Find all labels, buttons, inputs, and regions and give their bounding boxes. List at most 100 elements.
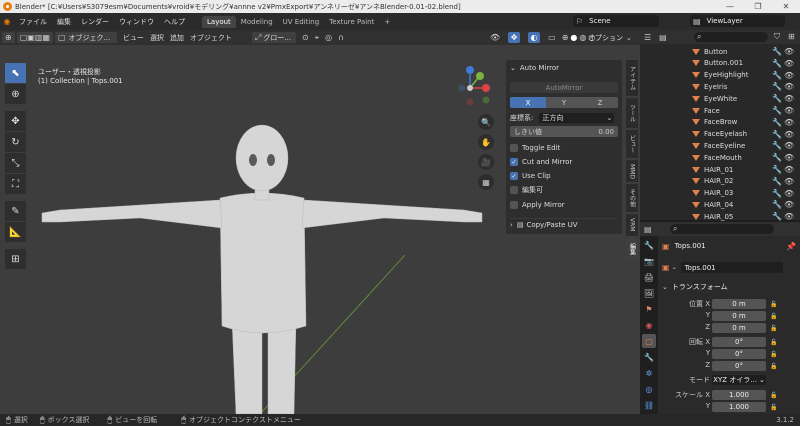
tab-misc[interactable]: その他 — [626, 184, 638, 212]
modifier-icon[interactable]: 🔧 — [772, 118, 782, 127]
threshold-field[interactable]: しきい値 0.00 — [510, 126, 618, 137]
modifier-icon[interactable]: 🔧 — [772, 200, 782, 209]
apply-mirror-checkbox[interactable]: Apply Mirror — [510, 199, 565, 211]
particles-icon[interactable]: ✲ — [642, 366, 656, 380]
scene-selector[interactable]: ⚐ Scene — [573, 15, 659, 27]
visibility-eye-icon[interactable]: 👁 — [784, 130, 794, 139]
axis-x-button[interactable]: X — [510, 97, 546, 108]
measure-tool[interactable]: 📐 — [5, 222, 26, 242]
modifier-icon[interactable]: 🔧 — [772, 177, 782, 186]
menu-render[interactable]: レンダー — [76, 17, 114, 27]
copy-paste-uv-header[interactable]: › ▤ Copy/Paste UV — [510, 218, 618, 230]
lock-icon[interactable]: 🔓 — [770, 324, 778, 332]
menu-object[interactable]: オブジェクト — [190, 33, 232, 43]
camera-icon[interactable]: 🎥 — [478, 154, 494, 170]
world-icon[interactable]: ◉ — [642, 318, 656, 332]
editor-type-button[interactable]: ⊕ — [2, 32, 15, 43]
lock-icon[interactable]: 🔓 — [770, 312, 778, 320]
gizmo-toggle-icon[interactable]: ✥ — [508, 32, 521, 43]
outliner-item[interactable]: FaceMouth 🔧 👁 — [640, 152, 800, 163]
outliner-item[interactable]: FaceEyelash 🔧 👁 — [640, 129, 800, 140]
outliner-editor-icon[interactable]: ☰ — [644, 33, 651, 42]
scale-x-field[interactable]: 1.000 — [712, 390, 766, 400]
visibility-icon[interactable]: 👁 — [490, 33, 500, 42]
rotation-x-field[interactable]: 0° — [712, 337, 766, 347]
modifier-icon[interactable]: 🔧 — [772, 59, 782, 68]
tab-tool[interactable]: ツール — [626, 98, 638, 128]
workspace-tab-uv-editing[interactable]: UV Editing — [278, 16, 325, 28]
outliner-item[interactable]: FaceEyeline 🔧 👁 — [640, 140, 800, 151]
outliner-item[interactable]: Face 🔧 👁 — [640, 105, 800, 116]
modifier-icon[interactable]: 🔧 — [642, 350, 656, 364]
physics-icon[interactable]: ◎ — [642, 382, 656, 396]
rotation-mode-dropdown[interactable]: XYZ オイラ... ⌄ — [712, 375, 766, 385]
outliner-item[interactable]: HAIR_03 🔧 👁 — [640, 188, 800, 199]
pin-icon[interactable]: 📌 — [786, 242, 796, 251]
tab-view[interactable]: ビュー — [626, 130, 638, 158]
outliner-search-input[interactable]: ⌕ — [694, 32, 768, 42]
object-data-icon[interactable]: ▣ — [662, 263, 670, 272]
menu-select[interactable]: 選択 — [150, 33, 164, 43]
mode-dropdown[interactable]: ▢ オブジェク... — [54, 32, 117, 43]
maximize-button[interactable]: ❐ — [744, 0, 772, 13]
material-shading-icon[interactable]: ◍ — [579, 33, 586, 42]
transform-orientation-dropdown[interactable]: ⤢ グロー... — [251, 32, 296, 43]
visibility-eye-icon[interactable]: 👁 — [784, 118, 794, 127]
properties-editor-icon[interactable]: ▤ — [644, 225, 652, 234]
wireframe-shading-icon[interactable]: ⊕ — [562, 33, 569, 42]
visibility-eye-icon[interactable]: 👁 — [784, 177, 794, 186]
editable-checkbox[interactable]: 編集可 — [510, 184, 543, 196]
transform-panel-header[interactable]: ⌄ トランスフォーム — [662, 281, 728, 293]
view-layer-icon[interactable]: 🖼 — [642, 286, 656, 300]
modifier-icon[interactable]: 🔧 — [772, 165, 782, 174]
location-z-field[interactable]: 0 m — [712, 323, 766, 333]
use-clip-checkbox[interactable]: ✓ Use Clip — [510, 170, 551, 182]
minimize-button[interactable]: — — [716, 0, 744, 13]
menu-window[interactable]: ウィンドウ — [114, 17, 159, 27]
outliner-item[interactable]: Button.001 🔧 👁 — [640, 58, 800, 69]
modifier-icon[interactable]: 🔧 — [772, 130, 782, 139]
visibility-eye-icon[interactable]: 👁 — [784, 141, 794, 150]
visibility-eye-icon[interactable]: 👁 — [784, 200, 794, 209]
visibility-eye-icon[interactable]: 👁 — [784, 47, 794, 56]
add-workspace-button[interactable]: + — [379, 16, 395, 28]
lock-icon[interactable]: 🔓 — [770, 350, 778, 358]
menu-file[interactable]: ファイル — [14, 17, 52, 27]
menu-help[interactable]: ヘルプ — [159, 17, 190, 27]
viewlayer-selector[interactable]: ▤ ViewLayer — [690, 15, 785, 27]
solid-shading-icon[interactable]: ● — [570, 33, 577, 42]
tab-mmd[interactable]: MMD — [626, 160, 638, 182]
location-y-field[interactable]: 0 m — [712, 311, 766, 321]
falloff-icon[interactable]: ∩ — [338, 33, 344, 42]
outliner-item[interactable]: HAIR_02 🔧 👁 — [640, 176, 800, 187]
cursor-tool[interactable]: ⊕ — [5, 84, 26, 104]
lock-icon[interactable]: 🔓 — [770, 362, 778, 370]
zoom-icon[interactable]: 🔍 — [478, 114, 494, 130]
navigation-gizmo[interactable] — [458, 62, 498, 112]
modifier-icon[interactable]: 🔧 — [772, 106, 782, 115]
location-x-field[interactable]: 0 m — [712, 299, 766, 309]
axis-z-button[interactable]: Z — [582, 97, 618, 108]
overlay-toggle-icon[interactable]: ◐ — [528, 32, 541, 43]
lock-icon[interactable]: 🔓 — [770, 300, 778, 308]
toggle-edit-checkbox[interactable]: Toggle Edit — [510, 142, 560, 154]
modifier-icon[interactable]: 🔧 — [772, 153, 782, 162]
outliner-item[interactable]: HAIR_04 🔧 👁 — [640, 199, 800, 210]
modifier-icon[interactable]: 🔧 — [772, 212, 782, 221]
modifier-icon[interactable]: 🔧 — [772, 82, 782, 91]
blender-menu-icon[interactable]: ◉ — [0, 17, 14, 26]
visibility-eye-icon[interactable]: 👁 — [784, 212, 794, 221]
menu-add[interactable]: 追加 — [170, 33, 184, 43]
constraints-icon[interactable]: ⛓ — [642, 398, 656, 412]
select-tool[interactable]: ⬉ — [5, 63, 26, 83]
cut-mirror-checkbox[interactable]: ✓ Cut and Mirror — [510, 156, 572, 168]
proportional-edit-icon[interactable]: ◎ — [325, 33, 332, 42]
properties-search-input[interactable]: ⌕ — [670, 224, 774, 234]
visibility-eye-icon[interactable]: 👁 — [784, 165, 794, 174]
visibility-eye-icon[interactable]: 👁 — [784, 71, 794, 80]
snap-icon[interactable]: ⌖ — [315, 33, 320, 43]
visibility-eye-icon[interactable]: 👁 — [784, 82, 794, 91]
tool-settings-icon[interactable]: 🔧 — [642, 238, 656, 252]
lock-icon[interactable]: 🔓 — [770, 338, 778, 346]
render-icon[interactable]: 📷 — [642, 254, 656, 268]
